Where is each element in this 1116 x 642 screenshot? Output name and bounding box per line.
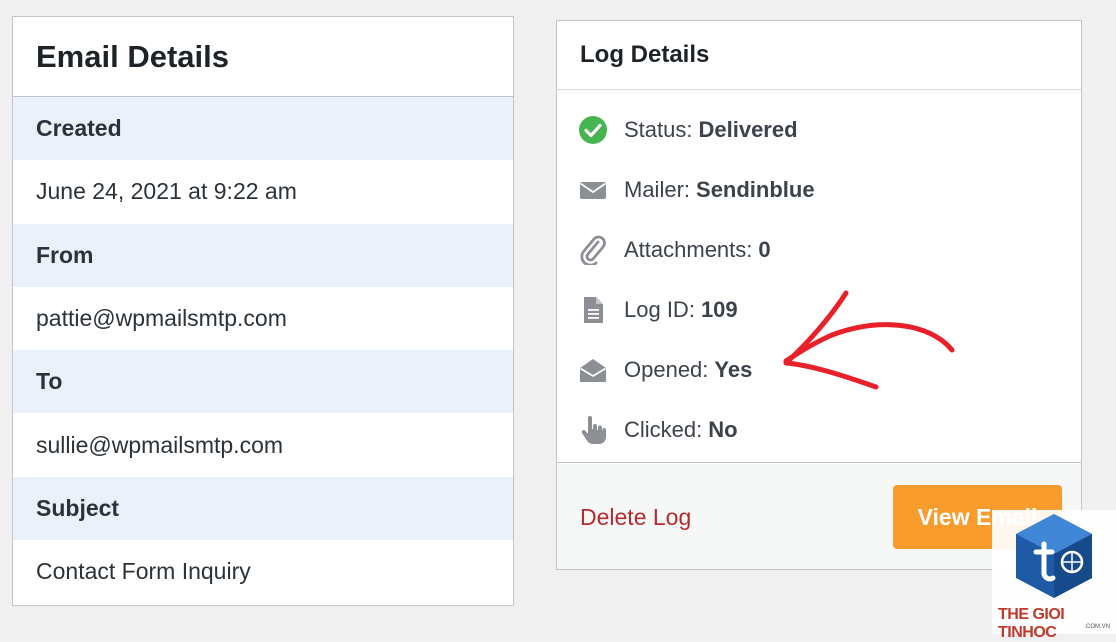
attachments-label: Attachments: xyxy=(624,237,753,262)
envelope-icon xyxy=(578,175,608,205)
opened-label: Opened: xyxy=(624,357,709,382)
log-id-value: 109 xyxy=(700,297,738,322)
paperclip-icon xyxy=(578,235,608,265)
attachments-item: Attachments: 0 xyxy=(557,220,1081,280)
watermark-logo: THE GIOI TINHOC .COM.VN xyxy=(992,510,1116,641)
attachments-value: 0 xyxy=(758,237,771,262)
check-circle-icon xyxy=(578,115,608,145)
email-details-title: Email Details xyxy=(13,17,513,97)
mailer-label: Mailer: xyxy=(624,177,691,202)
cube-logo-icon xyxy=(1016,514,1092,598)
document-icon xyxy=(578,295,608,325)
mailer-item: Mailer: Sendinblue xyxy=(557,160,1081,220)
clicked-item: Clicked: No xyxy=(557,400,1081,460)
log-details-list: Status: Delivered Mailer: Sendinblue Att… xyxy=(557,90,1081,463)
pointer-hand-icon xyxy=(578,415,608,445)
watermark-subtext: .COM.VN xyxy=(1084,624,1110,630)
delete-log-link[interactable]: Delete Log xyxy=(580,504,691,531)
clicked-label: Clicked: xyxy=(624,417,703,442)
log-id-label: Log ID: xyxy=(624,297,695,322)
log-details-title: Log Details xyxy=(557,21,1081,90)
envelope-open-icon xyxy=(578,355,608,385)
opened-value: Yes xyxy=(714,357,753,382)
created-label: Created xyxy=(13,97,513,161)
annotation-arrow xyxy=(783,290,955,390)
to-label: To xyxy=(13,350,513,414)
status-value: Delivered xyxy=(698,117,798,142)
to-value: sullie@wpmailsmtp.com xyxy=(13,413,513,477)
email-details-panel: Email Details Created June 24, 2021 at 9… xyxy=(12,16,514,606)
status-item: Status: Delivered xyxy=(557,100,1081,160)
from-value: pattie@wpmailsmtp.com xyxy=(13,286,513,351)
subject-value: Contact Form Inquiry xyxy=(13,540,513,604)
subject-label: Subject xyxy=(13,476,513,541)
status-label: Status: xyxy=(624,117,693,142)
mailer-value: Sendinblue xyxy=(696,177,815,202)
clicked-value: No xyxy=(708,417,738,442)
from-label: From xyxy=(13,223,513,287)
created-value: June 24, 2021 at 9:22 am xyxy=(13,160,513,224)
